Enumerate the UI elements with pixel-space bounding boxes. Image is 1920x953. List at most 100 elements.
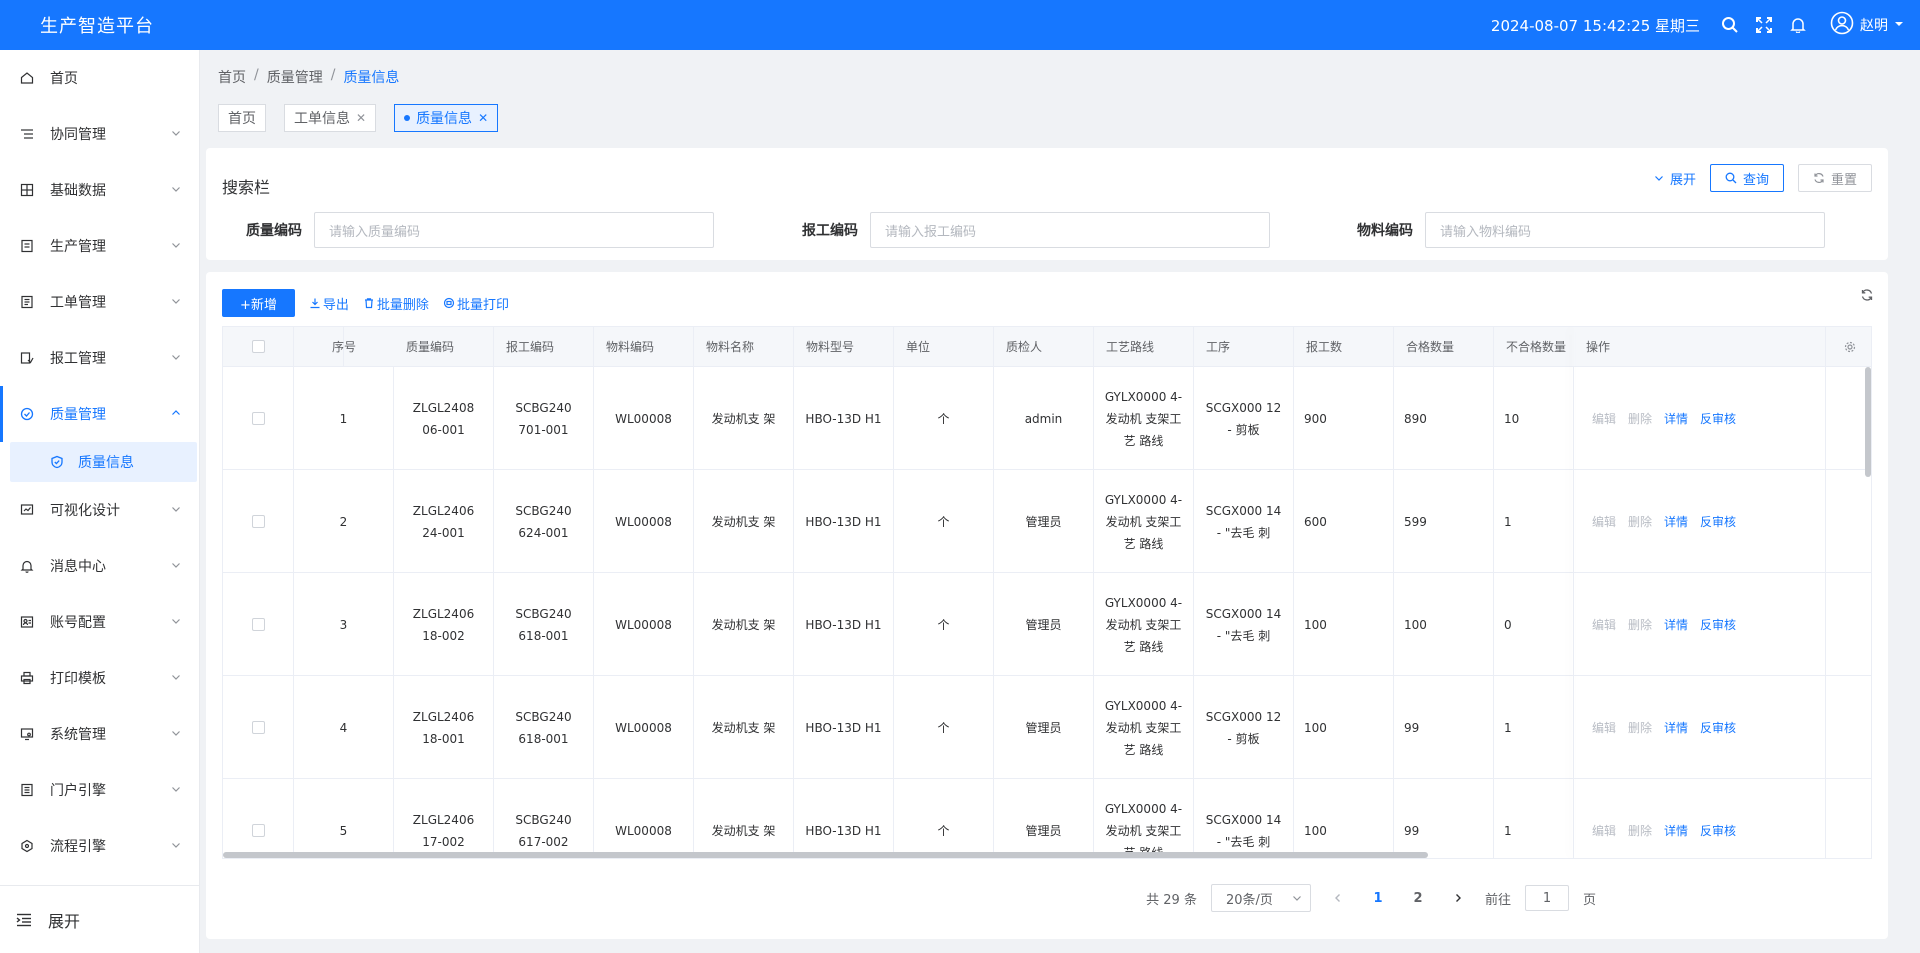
cell-unqualified: 1 xyxy=(1494,779,1574,858)
breadcrumb-quality[interactable]: 质量管理 xyxy=(267,67,323,87)
detail-button[interactable]: 详情 xyxy=(1664,511,1688,533)
chevron-down-icon xyxy=(172,187,180,192)
monitor-icon xyxy=(20,727,34,741)
sidebar-item-print-template[interactable]: 打印模板 xyxy=(0,650,199,706)
sidebar-item-visual-design[interactable]: 可视化设计 xyxy=(0,482,199,538)
fullscreen-icon[interactable] xyxy=(1754,15,1774,35)
page-size-select[interactable]: 20条/页 xyxy=(1210,884,1311,912)
delete-button[interactable]: 删除 xyxy=(1628,511,1652,533)
sidebar-item-basic-data[interactable]: 基础数据 xyxy=(0,162,199,218)
user-menu[interactable]: 赵明 xyxy=(1830,11,1904,39)
sidebar-expand-toggle[interactable]: 展开 xyxy=(0,885,199,953)
cell-model: HBO-13D H1 xyxy=(794,367,894,470)
edit-button[interactable]: 编辑 xyxy=(1592,408,1616,430)
cell-unit: 个 xyxy=(894,779,994,858)
vertical-scrollbar[interactable] xyxy=(1865,367,1871,477)
unapprove-button[interactable]: 反审核 xyxy=(1700,614,1736,636)
detail-button[interactable]: 详情 xyxy=(1664,408,1688,430)
cell-material: WL00008 xyxy=(594,779,694,858)
sidebar-item-flow[interactable]: 流程引擎 xyxy=(0,818,199,874)
select-all-checkbox[interactable] xyxy=(251,340,265,353)
detail-button[interactable]: 详情 xyxy=(1664,717,1688,739)
close-icon[interactable]: ✕ xyxy=(478,111,488,125)
cell-material: WL00008 xyxy=(594,470,694,573)
edit-button[interactable]: 编辑 xyxy=(1592,820,1616,842)
tab-quality-info[interactable]: 质量信息 ✕ xyxy=(394,104,499,132)
delete-button[interactable]: 删除 xyxy=(1628,820,1652,842)
quality-code-input[interactable]: 请输入质量编码 xyxy=(314,212,714,248)
prev-page-button[interactable] xyxy=(1325,885,1351,911)
unapprove-button[interactable]: 反审核 xyxy=(1700,820,1736,842)
cell-material: WL00008 xyxy=(594,573,694,676)
edit-button[interactable]: 编辑 xyxy=(1592,511,1616,533)
sidebar-item-system[interactable]: 系统管理 xyxy=(0,706,199,762)
goto-page-input[interactable]: 1 xyxy=(1524,885,1569,911)
detail-button[interactable]: 详情 xyxy=(1664,614,1688,636)
tab-home[interactable]: 首页 xyxy=(218,104,266,132)
tab-workorder-info[interactable]: 工单信息 ✕ xyxy=(284,104,377,132)
column-settings-icon[interactable] xyxy=(1826,327,1871,366)
horizontal-scrollbar[interactable] xyxy=(223,852,1428,858)
cell-reported: 100 xyxy=(1294,573,1394,676)
cell-quality: ZLGL2406 18-001 xyxy=(394,676,494,779)
material-code-input[interactable]: 请输入物料编码 xyxy=(1425,212,1825,248)
page-2[interactable]: 2 xyxy=(1405,885,1431,911)
edit-button[interactable]: 编辑 xyxy=(1592,717,1616,739)
cell-process: SCGX000 12 - 剪板 xyxy=(1194,367,1294,470)
row-checkbox[interactable] xyxy=(251,721,265,734)
unapprove-button[interactable]: 反审核 xyxy=(1700,408,1736,430)
sidebar-item-messages[interactable]: 消息中心 xyxy=(0,538,199,594)
batch-print-button[interactable]: 批量打印 xyxy=(443,294,509,313)
cell-unqualified: 0 xyxy=(1494,573,1574,676)
sidebar-item-home[interactable]: 首页 xyxy=(0,50,199,106)
edit-button[interactable]: 编辑 xyxy=(1592,614,1616,636)
breadcrumb-home[interactable]: 首页 xyxy=(218,67,246,87)
cell-quality: ZLGL2408 06-001 xyxy=(394,367,494,470)
refresh-icon[interactable] xyxy=(1860,288,1874,306)
delete-button[interactable]: 删除 xyxy=(1628,614,1652,636)
home-icon xyxy=(20,71,34,85)
cell-material: WL00008 xyxy=(594,676,694,779)
sidebar-item-quality[interactable]: 质量管理 xyxy=(0,386,199,442)
report-code-input[interactable]: 请输入报工编码 xyxy=(870,212,1270,248)
next-page-button[interactable] xyxy=(1445,885,1471,911)
sidebar-item-production[interactable]: 生产管理 xyxy=(0,218,199,274)
trash-icon xyxy=(364,298,373,309)
row-checkbox[interactable] xyxy=(251,618,265,631)
detail-button[interactable]: 详情 xyxy=(1664,820,1688,842)
export-button[interactable]: 导出 xyxy=(309,294,349,313)
reset-button[interactable]: 重置 xyxy=(1797,164,1872,192)
row-checkbox[interactable] xyxy=(251,824,265,837)
cell-process: SCGX000 14 - "去毛 刺 xyxy=(1194,470,1294,573)
sidebar-item-portal[interactable]: 门户引擎 xyxy=(0,762,199,818)
indent-icon xyxy=(16,912,32,928)
grid-icon xyxy=(20,183,34,197)
chevron-down-icon xyxy=(172,675,180,680)
add-button[interactable]: +新增 xyxy=(222,289,295,317)
bell-icon[interactable] xyxy=(1788,15,1808,35)
delete-button[interactable]: 删除 xyxy=(1628,717,1652,739)
search-icon[interactable] xyxy=(1720,15,1740,35)
header-inspector: 质检人 xyxy=(994,327,1094,366)
unapprove-button[interactable]: 反审核 xyxy=(1700,511,1736,533)
chevron-down-icon xyxy=(172,563,180,568)
header-report-code: 报工编码 xyxy=(494,327,594,366)
batch-delete-button[interactable]: 批量删除 xyxy=(363,294,429,313)
expand-search-link[interactable]: 展开 xyxy=(1654,169,1696,188)
unapprove-button[interactable]: 反审核 xyxy=(1700,717,1736,739)
sidebar-subitem-quality-info[interactable]: 质量信息 xyxy=(10,442,197,482)
delete-button[interactable]: 删除 xyxy=(1628,408,1652,430)
sidebar-item-collab[interactable]: 协同管理 xyxy=(0,106,199,162)
row-checkbox[interactable] xyxy=(251,412,265,425)
chevron-down-icon xyxy=(172,787,180,792)
row-checkbox[interactable] xyxy=(251,515,265,528)
close-icon[interactable]: ✕ xyxy=(356,111,366,125)
sidebar-item-account[interactable]: 账号配置 xyxy=(0,594,199,650)
page-1[interactable]: 1 xyxy=(1365,885,1391,911)
sidebar-item-report[interactable]: 报工管理 xyxy=(0,330,199,386)
cell-inspector: 管理员 xyxy=(994,470,1094,573)
sidebar-item-workorder[interactable]: 工单管理 xyxy=(0,274,199,330)
query-button[interactable]: 查询 xyxy=(1709,164,1784,192)
cell-name: 发动机支 架 xyxy=(694,676,794,779)
cell-process: SCGX000 12 - 剪板 xyxy=(1194,676,1294,779)
